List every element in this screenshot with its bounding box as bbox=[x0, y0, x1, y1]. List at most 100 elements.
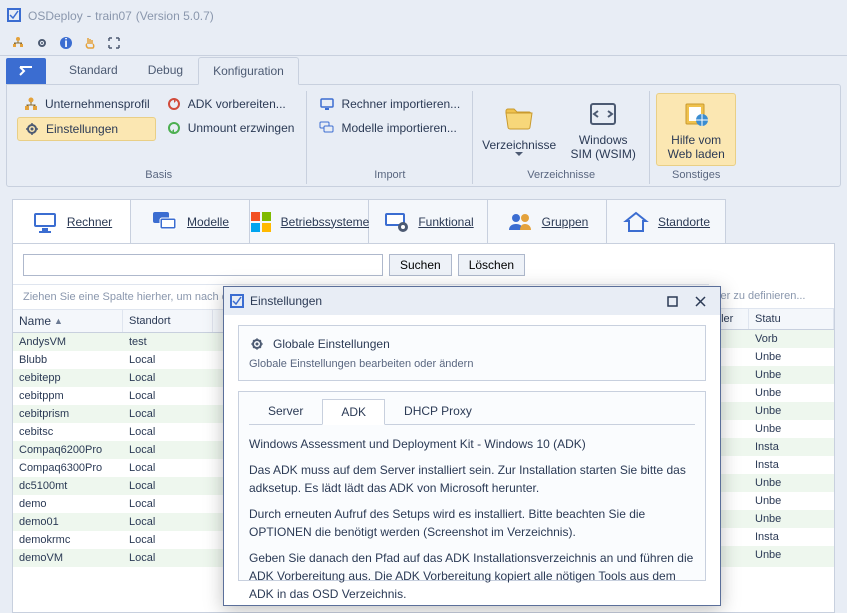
app-icon bbox=[230, 294, 244, 308]
table-row[interactable]: Unbe bbox=[709, 492, 834, 510]
cell-name: cebitppm bbox=[13, 389, 123, 403]
col-status[interactable]: Statu bbox=[749, 309, 834, 329]
table-row[interactable]: Unbe bbox=[709, 546, 834, 564]
ribbon-group-verzeichnisse: Verzeichnisse Windows SIM (WSIM) Verzeic… bbox=[473, 91, 650, 184]
dialog-tab-box: Server ADK DHCP Proxy Windows Assessment… bbox=[238, 391, 706, 581]
label: Unmount erzwingen bbox=[188, 121, 295, 135]
table-row[interactable]: Vorb bbox=[709, 330, 834, 348]
ribbon-tab-standard[interactable]: Standard bbox=[54, 56, 133, 84]
nav-tab-funktional[interactable]: Funktional bbox=[369, 199, 488, 243]
cell-status: Insta bbox=[749, 458, 834, 472]
box-title: Globale Einstellungen bbox=[273, 337, 390, 351]
cell-name: cebitepp bbox=[13, 371, 123, 385]
dialog-tab-adk[interactable]: ADK bbox=[322, 399, 385, 425]
close-button[interactable] bbox=[686, 291, 714, 311]
qa-org-icon[interactable] bbox=[8, 33, 28, 53]
btn-modelle-import[interactable]: Modelle importieren... bbox=[313, 117, 466, 139]
table-row[interactable]: Unbe bbox=[709, 474, 834, 492]
cell-status: Vorb bbox=[749, 332, 834, 346]
table-row[interactable]: Insta bbox=[709, 528, 834, 546]
folder-icon bbox=[503, 103, 535, 135]
btn-einstellungen[interactable]: Einstellungen bbox=[17, 117, 156, 141]
cell-status: Unbe bbox=[749, 404, 834, 418]
sort-asc-icon: ▲ bbox=[54, 316, 63, 326]
nav-tab-rechner[interactable]: Rechner bbox=[12, 199, 131, 243]
btn-hilfe-web[interactable]: Hilfe vom Web laden bbox=[656, 93, 736, 166]
qa-info-icon[interactable]: i bbox=[56, 33, 76, 53]
ribbon-group-sonstiges: Hilfe vom Web laden Sonstiges bbox=[650, 91, 742, 184]
btn-unternehmensprofil[interactable]: Unternehmensprofil bbox=[17, 93, 156, 115]
monitors-import-icon bbox=[319, 120, 335, 136]
window-title: OSDeploy - train07 (Version 5.0.7) bbox=[28, 7, 214, 23]
label: ADK vorbereiten... bbox=[188, 97, 286, 111]
users-icon bbox=[506, 210, 534, 234]
label: Standorte bbox=[658, 215, 710, 229]
cell-standort: Local bbox=[123, 479, 213, 493]
cell-name: demo01 bbox=[13, 515, 123, 529]
col-name[interactable]: Name▲ bbox=[13, 310, 123, 332]
dialog-title-text: Einstellungen bbox=[250, 294, 322, 308]
btn-verzeichnisse[interactable]: Verzeichnisse bbox=[479, 93, 559, 166]
qa-gear-icon[interactable] bbox=[32, 33, 52, 53]
col-standort[interactable]: Standort bbox=[123, 310, 213, 332]
gear-icon bbox=[24, 121, 40, 137]
search-input[interactable] bbox=[23, 254, 383, 276]
nav-tab-standorte[interactable]: Standorte bbox=[607, 199, 726, 243]
cell-name: dc5100mt bbox=[13, 479, 123, 493]
search-row: Suchen Löschen bbox=[13, 254, 834, 284]
btn-adk-vorbereiten[interactable]: ADK vorbereiten... bbox=[160, 93, 301, 115]
table-row[interactable]: Insta bbox=[709, 438, 834, 456]
search-button[interactable]: Suchen bbox=[389, 254, 452, 276]
settings-dialog: Einstellungen Globale Einstellungen Glob… bbox=[223, 286, 721, 606]
adk-p1: Das ADK muss auf dem Server installiert … bbox=[249, 461, 695, 497]
label: Modelle bbox=[187, 215, 229, 229]
adk-heading: Windows Assessment und Deployment Kit - … bbox=[249, 435, 695, 453]
quick-access-toolbar: i bbox=[0, 30, 847, 56]
cell-standort: Local bbox=[123, 551, 213, 565]
monitor-icon bbox=[31, 210, 59, 234]
group-title: Import bbox=[313, 166, 466, 182]
cell-standort: Local bbox=[123, 371, 213, 385]
cell-status: Insta bbox=[749, 440, 834, 454]
cell-status: Unbe bbox=[749, 494, 834, 508]
nav-tab-gruppen[interactable]: Gruppen bbox=[488, 199, 607, 243]
book-globe-icon bbox=[680, 98, 712, 130]
cell-name: demoVM bbox=[13, 551, 123, 565]
table-row[interactable]: Unbe bbox=[709, 510, 834, 528]
btn-rechner-import[interactable]: Rechner importieren... bbox=[313, 93, 466, 115]
label: Gruppen bbox=[542, 215, 589, 229]
adk-p3: Geben Sie danach den Pfad auf das ADK In… bbox=[249, 549, 695, 601]
ribbon-tab-konfiguration[interactable]: Konfiguration bbox=[198, 57, 299, 85]
btn-wsim[interactable]: Windows SIM (WSIM) bbox=[563, 93, 643, 166]
dialog-tab-server[interactable]: Server bbox=[249, 398, 322, 424]
table-row[interactable]: Unbe bbox=[709, 348, 834, 366]
cell-standort: Local bbox=[123, 407, 213, 421]
label: Rechner bbox=[67, 215, 112, 229]
svg-text:i: i bbox=[64, 36, 67, 50]
clear-button[interactable]: Löschen bbox=[458, 254, 525, 276]
ribbon-file-button[interactable] bbox=[6, 58, 46, 84]
ribbon-tab-debug[interactable]: Debug bbox=[133, 56, 198, 84]
nav-tab-betriebssysteme[interactable]: Betriebssysteme bbox=[250, 199, 369, 243]
table-row[interactable]: Insta bbox=[709, 456, 834, 474]
box-subtitle: Globale Einstellungen bearbeiten oder än… bbox=[249, 358, 695, 370]
maximize-button[interactable] bbox=[658, 291, 686, 311]
filter-hint: lter zu definieren... bbox=[709, 284, 834, 309]
label: Modelle importieren... bbox=[341, 121, 456, 135]
table-row[interactable]: Unbe bbox=[709, 402, 834, 420]
label: Hilfe vom Web laden bbox=[661, 133, 731, 161]
cell-standort: Local bbox=[123, 425, 213, 439]
dialog-titlebar[interactable]: Einstellungen bbox=[224, 287, 720, 315]
nav-tab-modelle[interactable]: Modelle bbox=[131, 199, 250, 243]
table-row[interactable]: Unbe bbox=[709, 366, 834, 384]
dialog-tab-dhcp[interactable]: DHCP Proxy bbox=[385, 398, 491, 424]
btn-unmount[interactable]: Unmount erzwingen bbox=[160, 117, 301, 139]
table-row[interactable]: Unbe bbox=[709, 420, 834, 438]
qa-expand-icon[interactable] bbox=[104, 33, 124, 53]
cell-standort: test bbox=[123, 335, 213, 349]
nav-tabs: Rechner Modelle Betriebssysteme Funktion… bbox=[12, 199, 835, 243]
label: Verzeichnisse bbox=[482, 138, 556, 152]
qa-hand-icon[interactable] bbox=[80, 33, 100, 53]
table-row[interactable]: Unbe bbox=[709, 384, 834, 402]
monitor-gear-icon bbox=[382, 210, 410, 234]
